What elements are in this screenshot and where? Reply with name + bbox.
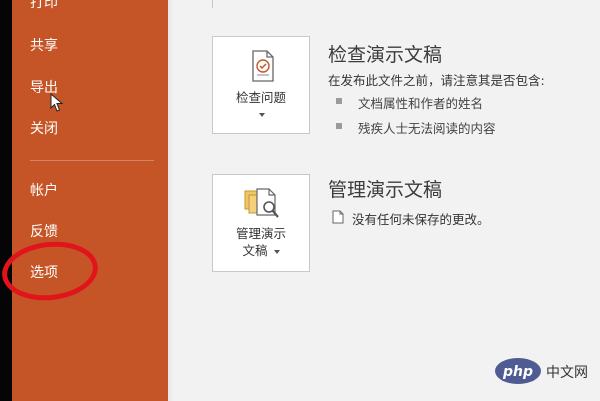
bullet-marker: [336, 123, 342, 129]
sidebar-item-share[interactable]: 共享: [30, 37, 58, 55]
sidebar-item-close[interactable]: 关闭: [30, 120, 58, 138]
manage-title: 管理演示文稿: [328, 179, 443, 201]
inspect-description: 在发布此文件之前，请注意其是否包含:: [328, 73, 545, 88]
inspect-button-label: 检查问题: [235, 90, 286, 105]
manage-button-label-line2-wrapper: 文稿: [213, 243, 309, 259]
php-logo-icon: php: [495, 358, 541, 384]
inspect-bullet-2: 残疾人士无法阅读的内容: [358, 121, 496, 136]
svg-text:php: php: [502, 364, 533, 380]
manage-presentation-button[interactable]: 管理演示 文稿: [212, 174, 310, 272]
chevron-down-icon: [259, 113, 265, 117]
manage-documents-icon: [244, 188, 279, 218]
sidebar-item-feedback[interactable]: 反馈: [30, 223, 58, 241]
inspect-bullet-1: 文档属性和作者的姓名: [358, 96, 484, 111]
chevron-down-icon: [273, 249, 280, 254]
manage-description: 没有任何未保存的更改。: [352, 212, 490, 227]
watermark-site-text: 中文网: [546, 365, 588, 381]
bullet-marker: [336, 98, 342, 104]
sidebar-item-account[interactable]: 帐户: [30, 182, 58, 200]
manage-button-label-line1: 管理演示: [235, 226, 286, 241]
manage-button-label-line2: 文稿: [242, 243, 268, 258]
inspect-document-icon: [252, 50, 274, 82]
outer-frame-edge: [0, 0, 12, 401]
content-shadow: [168, 0, 174, 401]
sidebar-divider: [30, 160, 154, 161]
app-window: 打印 共享 导出 关闭 帐户 反馈 选项 检查问题 检查演示文稿 在发布此文件之…: [0, 0, 600, 401]
document-icon: [332, 210, 344, 224]
inspect-issues-button[interactable]: 检查问题: [212, 36, 310, 134]
sidebar-item-print[interactable]: 打印: [30, 0, 58, 12]
backstage-sidebar: 打印 共享 导出 关闭 帐户 反馈 选项: [12, 0, 168, 401]
mouse-cursor-icon: [50, 93, 64, 112]
inspect-title: 检查演示文稿: [328, 44, 443, 66]
top-edge-divider: [212, 0, 213, 8]
